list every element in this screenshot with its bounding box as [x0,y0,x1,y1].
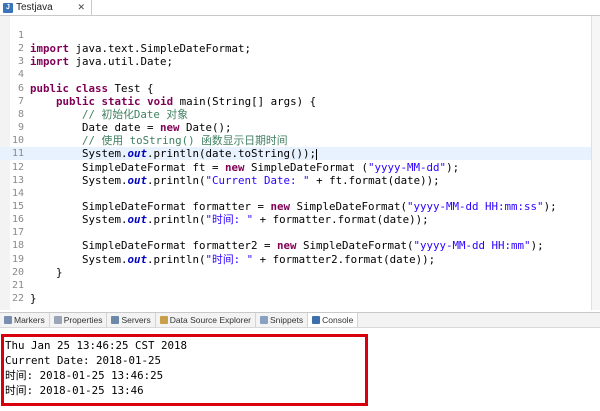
view-tab-servers[interactable]: Servers [107,313,156,327]
code-text: Date date = new Date(); [30,121,232,135]
editor-tab-label: Testjava [16,2,53,13]
code-line[interactable]: 8 // 初始化Date 对象 [0,108,600,121]
code-text: import java.text.SimpleDateFormat; [30,42,252,56]
line-number: 4 [17,69,24,81]
code-line[interactable]: 3 import java.util.Date; [0,55,600,68]
line-number: 8 [17,108,24,120]
view-tab-label: Console [322,315,354,325]
code-line[interactable]: 4 [0,68,600,81]
code-line[interactable]: 21 [0,279,600,292]
line-number: 21 [11,279,24,291]
text-caret [316,148,318,160]
code-text: import java.util.Date; [30,55,174,69]
view-tab-data-source-explorer[interactable]: Data Source Explorer [156,313,257,327]
view-tab-label: Properties [63,315,103,325]
line-number: 10 [11,135,24,147]
editor-tab[interactable]: J Testjava ✕ [0,0,92,15]
view-tab-label: Snippets [270,315,304,325]
code-text: SimpleDateFormat ft = new SimpleDateForm… [30,160,460,174]
line-number: 11 [11,148,24,160]
console-icon [312,316,321,324]
line-number: 14 [11,187,24,199]
code-line[interactable]: 22} [0,292,600,305]
code-line[interactable]: 18 SimpleDateFormat formatter2 = new Sim… [0,239,600,252]
code-line[interactable]: 16 System.out.println("时间: " + formatter… [0,213,600,226]
code-line[interactable]: 12 SimpleDateFormat ft = new SimpleDateF… [0,161,600,174]
code-text: public static void main(String[] args) { [56,94,317,108]
code-line[interactable]: 7 public static void main(String[] args)… [0,95,600,108]
editor-tab-bar: J Testjava ✕ [0,0,600,16]
view-tab-markers[interactable]: Markers [0,313,50,327]
line-number: 17 [11,227,24,239]
code-text: // 使用 toString() 函数显示日期时间 [82,134,288,148]
code-text: } [30,265,63,279]
line-number: 2 [17,43,24,55]
code-line[interactable]: 6 public class Test { [0,82,600,95]
view-tab-label: Data Source Explorer [169,315,252,325]
close-icon[interactable]: ✕ [77,2,85,13]
code-text: System.out.println("时间: " + formatter2.f… [30,252,436,266]
code-text: } [30,292,37,305]
line-number: 18 [11,240,24,252]
line-number: 22 [11,293,24,304]
code-line[interactable]: 15 SimpleDateFormat formatter = new Simp… [0,200,600,213]
code-line[interactable]: 9 Date date = new Date(); [0,121,600,134]
line-number: 9 [17,122,24,134]
code-text: public class Test { [30,81,154,95]
code-editor[interactable]: 1 2 import java.text.SimpleDateFormat; 3 imp… [0,16,600,310]
highlight-box [1,334,368,406]
overview-ruler[interactable] [591,16,600,310]
views-tab-bar: Markers Properties Servers Data Source Expl… [0,312,600,328]
view-tab-console[interactable]: Console [308,313,359,327]
view-tab-snippets[interactable]: Snippets [256,313,309,327]
line-number: 6 [17,82,24,94]
code-line[interactable]: 11 System.out.println(date.toString()); [0,147,600,161]
properties-icon [53,316,62,324]
line-number: 19 [11,253,24,265]
line-number: 13 [11,174,24,186]
code-line[interactable]: 20 } [0,266,600,279]
code-line[interactable]: 2 import java.text.SimpleDateFormat; [0,42,600,55]
code-line[interactable]: 1 [0,29,600,42]
line-number: 12 [11,161,24,173]
code-text: SimpleDateFormat formatter = new SimpleD… [30,199,557,213]
view-tab-label: Servers [121,315,151,325]
line-number: 15 [11,200,24,212]
servers-icon [111,316,120,324]
view-tab-label: Markers [14,315,45,325]
code-line[interactable]: 10 // 使用 toString() 函数显示日期时间 [0,134,600,147]
java-file-icon: J [3,2,13,13]
code-text: System.out.println(date.toString()); [30,147,318,161]
line-number: 7 [17,95,24,107]
code-text: // 初始化Date 对象 [82,107,189,121]
code-line[interactable]: 17 [0,226,600,239]
line-number: 20 [11,266,24,278]
code-text: System.out.println("时间: " + formatter.fo… [30,213,429,227]
snippets-icon [260,316,269,324]
code-text: SimpleDateFormat formatter2 = new Simple… [30,239,544,253]
line-number: 16 [11,214,24,226]
markers-icon [4,316,12,324]
code-line[interactable]: 19 System.out.println("时间: " + formatter… [0,253,600,266]
code-text: System.out.println("Current Date: " + ft… [30,173,440,187]
line-number: 1 [17,30,24,41]
code-line[interactable]: 13 System.out.println("Current Date: " +… [0,174,600,187]
code-line[interactable]: 14 [0,187,600,200]
view-tab-properties[interactable]: Properties [50,313,108,327]
data-source-icon [159,316,168,324]
line-number: 3 [17,56,24,68]
